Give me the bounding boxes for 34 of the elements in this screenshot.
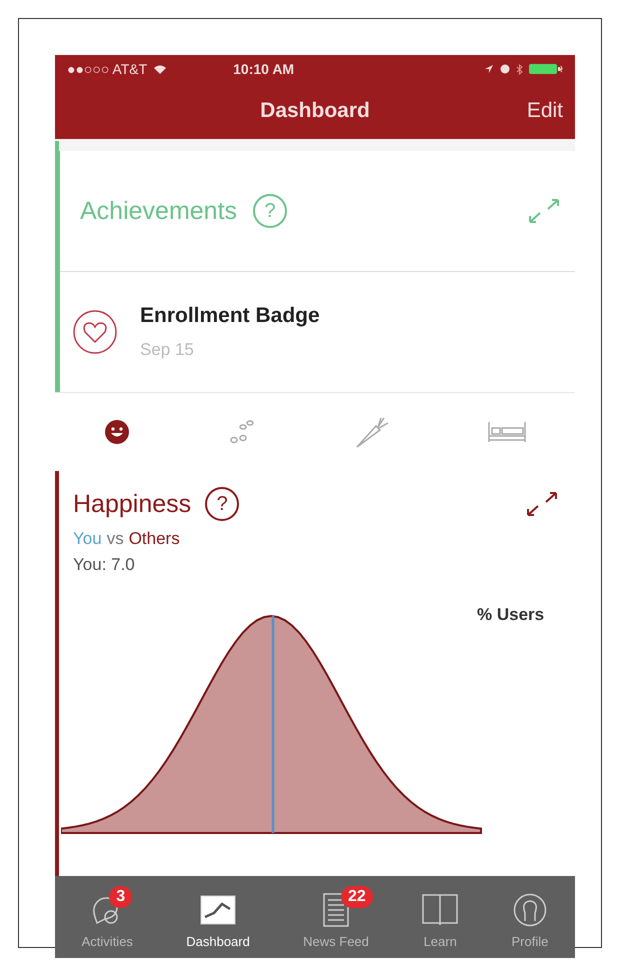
- badge-date: Sep 15: [140, 340, 195, 360]
- activities-tab[interactable]: 3 Activities: [68, 886, 147, 948]
- dashboard-tab[interactable]: Dashboard: [172, 886, 264, 948]
- alarm-icon: [500, 64, 510, 74]
- edit-button[interactable]: Edit: [526, 99, 563, 123]
- count-badge: 3: [109, 886, 132, 908]
- axis-label: % Users: [477, 605, 544, 625]
- battery-icon: [529, 63, 563, 75]
- bed-icon: [486, 420, 526, 444]
- card-title: Happiness: [73, 490, 192, 518]
- legend-you: You: [73, 529, 102, 549]
- heart-badge-icon: [72, 309, 118, 355]
- card-title: Achievements: [80, 196, 238, 226]
- profile-icon: [512, 892, 547, 926]
- news-tab[interactable]: 22 News Feed: [289, 886, 383, 948]
- trend-chart-icon: [200, 894, 236, 924]
- expand-icon[interactable]: [525, 490, 559, 518]
- newspaper-icon: [323, 892, 350, 926]
- help-button[interactable]: ?: [205, 487, 240, 521]
- location-icon: [484, 64, 494, 74]
- bluetooth-icon: [516, 64, 523, 74]
- profile-tab[interactable]: Profile: [497, 886, 562, 948]
- book-icon: [422, 894, 458, 926]
- count-badge: 22: [341, 886, 373, 908]
- smiley-icon: [104, 419, 130, 445]
- learn-tab[interactable]: Learn: [408, 886, 472, 948]
- legend-separator: vs: [106, 529, 124, 549]
- clock-label: 10:10 AM: [233, 61, 294, 77]
- carrier-label: ●●○○○ AT&T: [67, 61, 148, 77]
- badge-name: Enrollment Badge: [140, 304, 320, 328]
- legend-others: Others: [128, 529, 180, 549]
- screen-title: Dashboard: [260, 99, 370, 123]
- wifi-icon: [153, 64, 168, 74]
- your-score: You: 7.0: [73, 555, 136, 575]
